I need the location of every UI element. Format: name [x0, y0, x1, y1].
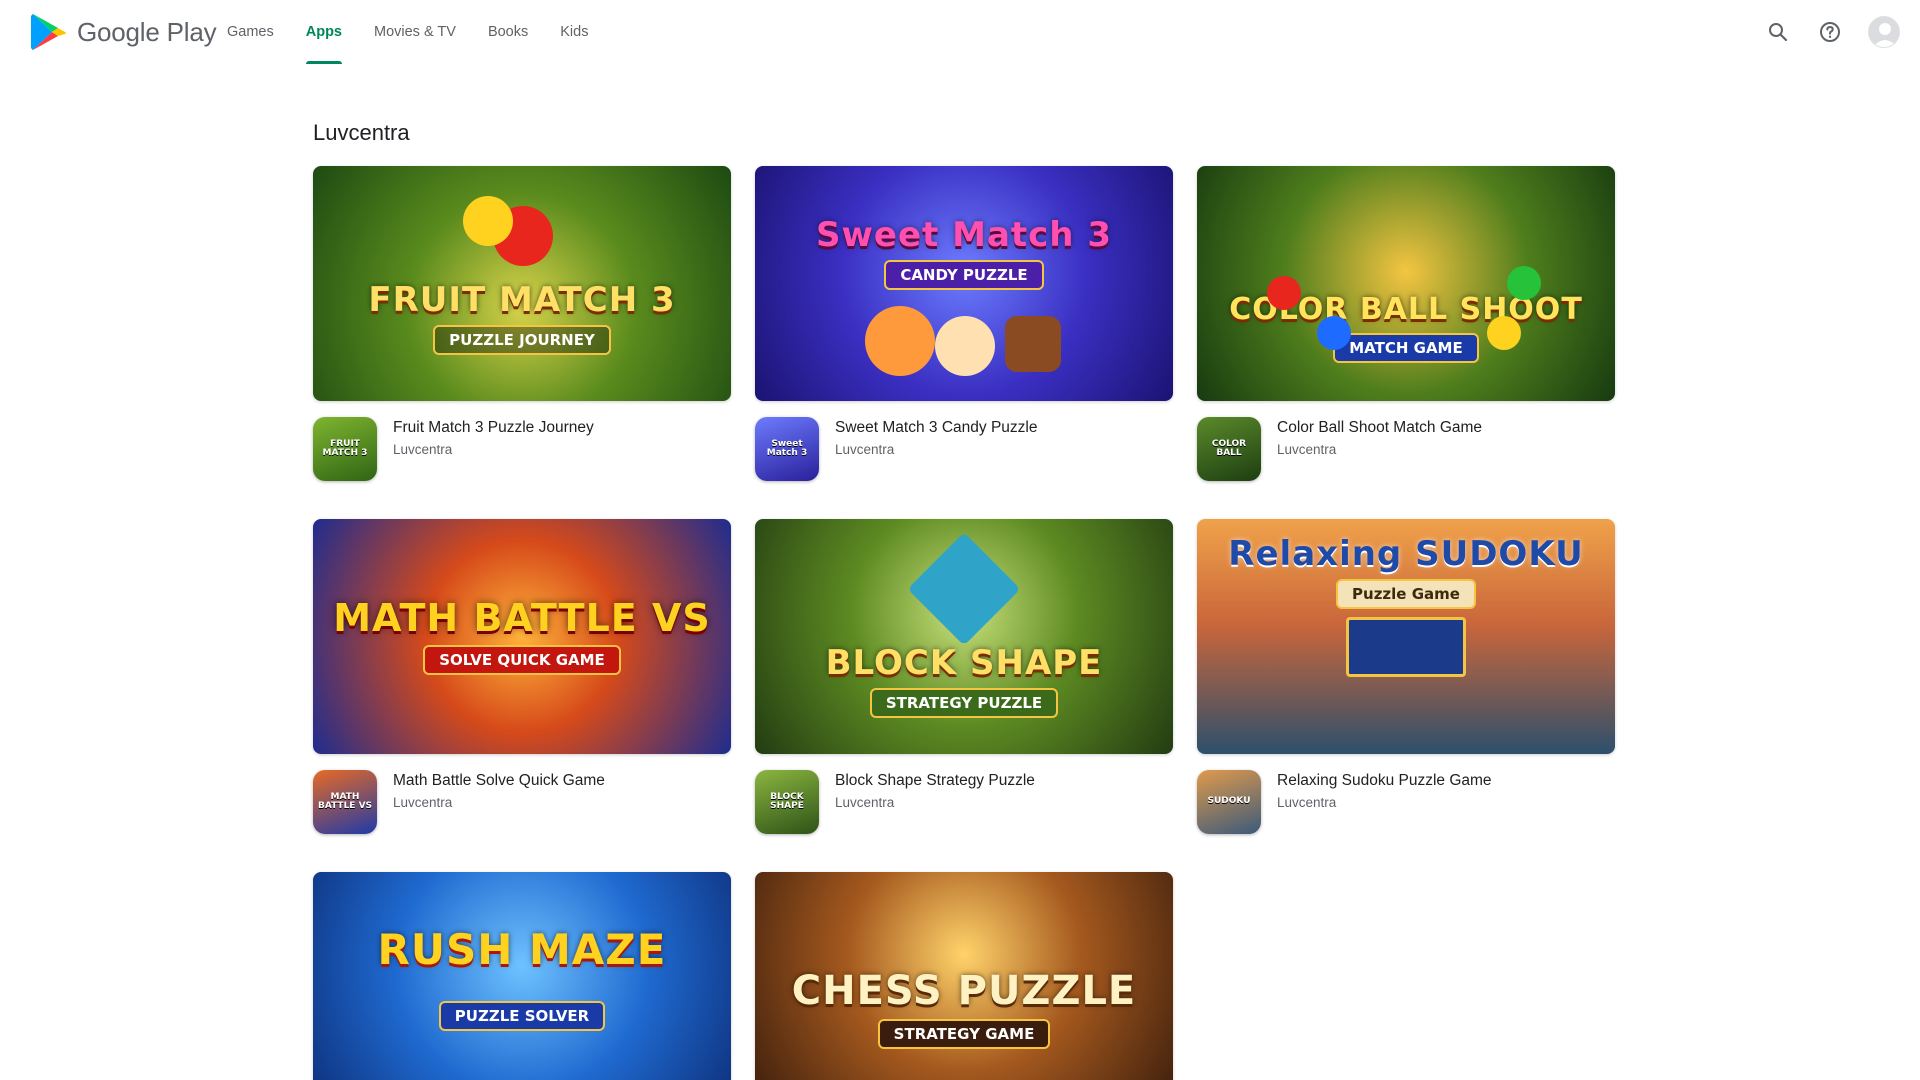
app-developer: Luvcentra	[393, 795, 453, 810]
app-icon[interactable]: MATH BATTLE VS	[313, 770, 377, 834]
ball-shape	[1267, 276, 1301, 310]
app-developer: Luvcentra	[393, 442, 453, 457]
sudoku-grid	[1346, 616, 1466, 677]
candy-shape	[935, 316, 995, 376]
app-card[interactable]: Relaxing SUDOKU Puzzle Game SUDOKU Relax…	[1197, 519, 1615, 834]
logo-text: Google Play	[77, 16, 217, 47]
tab-movies-tv[interactable]: Movies & TV	[358, 0, 472, 64]
app-card[interactable]: COLOR BALL SHOOT MATCH GAME COLOR BALL C…	[1197, 166, 1615, 481]
candy-shape	[865, 306, 935, 376]
app-banner[interactable]: RUSH MAZE PUZZLE SOLVER	[313, 872, 731, 1080]
app-meta: SUDOKU Relaxing Sudoku Puzzle Game Luvce…	[1197, 770, 1615, 834]
app-developer: Luvcentra	[835, 795, 895, 810]
app-banner[interactable]: COLOR BALL SHOOT MATCH GAME	[1197, 166, 1615, 401]
app-icon[interactable]: FRUIT MATCH 3	[313, 417, 377, 481]
banner-title: FRUIT MATCH 3	[368, 279, 676, 320]
account-avatar[interactable]	[1868, 16, 1900, 48]
app-text: Relaxing Sudoku Puzzle Game Luvcentra	[1277, 770, 1492, 810]
banner-subtitle: PUZZLE JOURNEY	[433, 324, 611, 355]
ball-shape	[1487, 316, 1521, 350]
tab-books[interactable]: Books	[472, 0, 544, 64]
app-banner[interactable]: CHESS PUZZLE STRATEGY GAME	[755, 872, 1173, 1080]
tab-games[interactable]: Games	[211, 0, 290, 64]
search-icon	[1769, 23, 1788, 42]
app-meta: MATH BATTLE VS Math Battle Solve Quick G…	[313, 770, 731, 834]
app-name[interactable]: Fruit Match 3 Puzzle Journey	[393, 419, 594, 437]
app-name[interactable]: Relaxing Sudoku Puzzle Game	[1277, 772, 1492, 790]
app-card[interactable]: RUSH MAZE PUZZLE SOLVER	[313, 872, 731, 1080]
help-button[interactable]	[1810, 12, 1850, 52]
tab-kids[interactable]: Kids	[544, 0, 604, 64]
banner-subtitle: STRATEGY GAME	[877, 1018, 1051, 1049]
app-text: Block Shape Strategy Puzzle Luvcentra	[835, 770, 1035, 810]
app-banner[interactable]: FRUIT MATCH 3 PUZZLE JOURNEY	[313, 166, 731, 401]
app-meta: Sweet Match 3 Sweet Match 3 Candy Puzzle…	[755, 417, 1173, 481]
app-icon[interactable]: SUDOKU	[1197, 770, 1261, 834]
app-card[interactable]: FRUIT MATCH 3 PUZZLE JOURNEY FRUIT MATCH…	[313, 166, 731, 481]
search-button[interactable]	[1758, 12, 1798, 52]
app-icon[interactable]: Sweet Match 3	[755, 417, 819, 481]
app-icon[interactable]: BLOCK SHAPE	[755, 770, 819, 834]
banner-subtitle: MATCH GAME	[1333, 332, 1479, 363]
block-shape	[907, 532, 1021, 646]
banner-subtitle: STRATEGY PUZZLE	[869, 687, 1059, 718]
banner-title: RUSH MAZE	[377, 924, 667, 974]
app-banner[interactable]: MATH BATTLE VS SOLVE QUICK GAME	[313, 519, 731, 754]
app-banner[interactable]: Sweet Match 3 CANDY PUZZLE	[755, 166, 1173, 401]
app-developer: Luvcentra	[1277, 795, 1337, 810]
person-icon	[1873, 23, 1897, 47]
app-text: Fruit Match 3 Puzzle Journey Luvcentra	[393, 417, 594, 457]
banner-subtitle: PUZZLE SOLVER	[438, 1000, 606, 1031]
app-name[interactable]: Color Ball Shoot Match Game	[1277, 419, 1482, 437]
app-card[interactable]: BLOCK SHAPE STRATEGY PUZZLE BLOCK SHAPE …	[755, 519, 1173, 834]
google-play-logo[interactable]: Google Play	[31, 13, 217, 51]
main-nav: Games Apps Movies & TV Books Kids	[211, 0, 604, 64]
app-grid: FRUIT MATCH 3 PUZZLE JOURNEY FRUIT MATCH…	[313, 166, 1623, 1080]
banner-title: CHESS PUZZLE	[791, 967, 1137, 1014]
app-developer: Luvcentra	[1277, 442, 1337, 457]
banner-subtitle: Puzzle Game	[1336, 578, 1476, 609]
help-icon	[1820, 22, 1840, 42]
banner-subtitle: CANDY PUZZLE	[884, 259, 1044, 290]
developer-page: Luvcentra FRUIT MATCH 3 PUZZLE JOURNEY F…	[313, 120, 1623, 1080]
banner-title: Sweet Match 3	[816, 214, 1112, 255]
banner-subtitle: SOLVE QUICK GAME	[423, 644, 621, 675]
app-text: Math Battle Solve Quick Game Luvcentra	[393, 770, 605, 810]
candy-shape	[1005, 316, 1061, 372]
app-name[interactable]: Math Battle Solve Quick Game	[393, 772, 605, 790]
ball-shape	[1317, 316, 1351, 350]
app-name[interactable]: Block Shape Strategy Puzzle	[835, 772, 1035, 790]
app-text: Color Ball Shoot Match Game Luvcentra	[1277, 417, 1482, 457]
app-banner[interactable]: BLOCK SHAPE STRATEGY PUZZLE	[755, 519, 1173, 754]
app-card[interactable]: CHESS PUZZLE STRATEGY GAME	[755, 872, 1173, 1080]
banner-title: BLOCK SHAPE	[825, 642, 1103, 683]
page-title: Luvcentra	[313, 120, 410, 145]
header-actions	[1758, 12, 1900, 52]
fruit-shape	[463, 196, 513, 246]
app-card[interactable]: Sweet Match 3 CANDY PUZZLE Sweet Match 3…	[755, 166, 1173, 481]
app-meta: COLOR BALL Color Ball Shoot Match Game L…	[1197, 417, 1615, 481]
banner-title: Relaxing SUDOKU	[1228, 533, 1584, 574]
app-icon[interactable]: COLOR BALL	[1197, 417, 1261, 481]
app-banner[interactable]: Relaxing SUDOKU Puzzle Game	[1197, 519, 1615, 754]
top-app-bar: Google Play Games Apps Movies & TV Books…	[0, 0, 1920, 64]
tab-apps[interactable]: Apps	[290, 0, 358, 64]
app-card[interactable]: MATH BATTLE VS SOLVE QUICK GAME MATH BAT…	[313, 519, 731, 834]
ball-shape	[1507, 266, 1541, 300]
app-text: Sweet Match 3 Candy Puzzle Luvcentra	[835, 417, 1037, 457]
app-developer: Luvcentra	[835, 442, 895, 457]
app-meta: FRUIT MATCH 3 Fruit Match 3 Puzzle Journ…	[313, 417, 731, 481]
banner-title: MATH BATTLE VS	[333, 595, 711, 640]
play-logo-icon	[31, 14, 66, 50]
app-name[interactable]: Sweet Match 3 Candy Puzzle	[835, 419, 1037, 437]
app-meta: BLOCK SHAPE Block Shape Strategy Puzzle …	[755, 770, 1173, 834]
